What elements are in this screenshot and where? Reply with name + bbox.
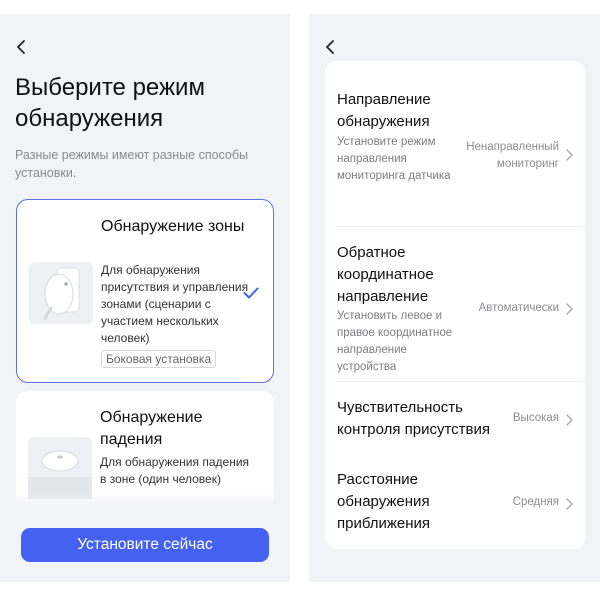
setting-presence-sensitivity[interactable]: Чувствительность контроля присутствия Вы… (325, 382, 585, 452)
page-subtitle: Разные режимы имеют разные способы устан… (15, 148, 249, 180)
check-icon (243, 286, 259, 299)
chevron-right-icon (566, 413, 573, 426)
mode-selection-screen: Выберите режим обнаружения Разные режимы… (0, 14, 290, 582)
mode-description-zone: Для обнаружения присутствия и управления… (101, 263, 249, 345)
chevron-right-icon (566, 302, 573, 315)
installation-tag: Боковая установка (101, 350, 217, 368)
mode-title-zone: Обнаружение зоны (101, 218, 245, 235)
setting-reverse-coordinate-direction[interactable]: Обратное координатное направление Устано… (325, 227, 585, 381)
setting-value: Ненаправленный мониторинг (466, 141, 559, 170)
chevron-right-icon (566, 497, 573, 510)
mode-description-fall: Для обнаружения падения в зоне (один чел… (100, 455, 250, 486)
setting-title: Расстояние обнаружения приближения (337, 471, 431, 532)
ceiling-sensor-icon (28, 437, 92, 499)
setting-detection-direction[interactable]: Направление обнаружения Установите режим… (325, 61, 585, 226)
mode-card-zone-detection[interactable]: Обнаружение зоны Для обнаружения присутс… (16, 199, 274, 383)
settings-list: Направление обнаружения Установите режим… (325, 61, 585, 549)
detection-settings-screen: Направление обнаружения Установите режим… (309, 14, 600, 582)
wall-mounted-sensor-icon (29, 262, 93, 324)
setting-value: Высокая (512, 412, 559, 424)
setting-value: Автоматически (478, 302, 559, 314)
setting-title: Обратное координатное направление (337, 244, 434, 305)
back-arrow-icon[interactable] (15, 38, 29, 56)
chevron-right-icon (566, 148, 573, 161)
page-title: Выберите режим обнаружения (15, 74, 205, 132)
setting-title: Направление обнаружения (337, 91, 431, 130)
back-arrow-icon[interactable] (324, 38, 338, 56)
install-now-button[interactable]: Установите сейчас (21, 528, 269, 562)
setting-value: Средняя (512, 496, 559, 508)
mode-title-fall: Обнаружение падения (100, 409, 203, 448)
setting-description: Установить левое и правое координатное н… (337, 310, 453, 373)
setting-approach-detection-distance[interactable]: Расстояние обнаружения приближения Средн… (325, 456, 585, 549)
setting-title: Чувствительность контроля присутствия (337, 399, 491, 438)
